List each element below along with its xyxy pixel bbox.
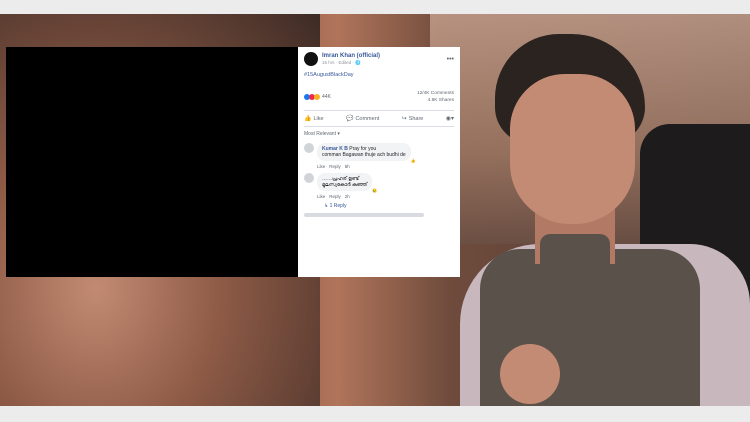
collar [540,234,610,284]
thumbs-up-icon: 👍 [304,116,312,122]
share-label: Share [408,115,424,122]
person-photo [440,34,750,406]
wow-reaction-icon [314,94,320,100]
globe-icon: ◉▾ [445,116,454,122]
comment-text-line2: comman Bagawan thuje ach budhi de [322,152,406,158]
commenter-avatar[interactable] [304,173,314,183]
audience-selector[interactable]: ◉▾ [446,115,454,122]
more-options-icon[interactable]: ••• [447,56,454,63]
comment-links: Like Reply 2h [298,193,460,201]
view-replies-link[interactable]: ↳ 1 Reply [298,201,460,211]
share-button[interactable]: ↪ Share [401,115,424,123]
comment-item: Kumar K B Pray for you comman Bagawan th… [298,141,460,164]
like-label: Like [313,115,324,122]
commenter-avatar[interactable] [304,143,314,153]
comment-bubble: ……പ്രഹര് ഉണ്ട് മൂലസ്വകോർ കുഞ്ഞ് 😢 [317,173,379,194]
comment-reply-link[interactable]: Reply [329,164,341,169]
shares-count[interactable]: 4.8K Shares [417,97,454,104]
blacked-out-video [6,47,298,277]
comment-reaction-icon: 👍 [409,158,417,164]
author-avatar[interactable] [304,52,318,66]
share-icon: ↪ [401,116,407,122]
reaction-summary[interactable]: 44K 12/4K Comments 4.8K Shares [298,78,460,104]
comment-reply-link[interactable]: Reply [329,194,341,199]
comment-item: ……പ്രഹര് ഉണ്ട് മൂലസ്വകോർ കുഞ്ഞ് 😢 [298,171,460,194]
comment-timestamp: 8h [344,164,350,169]
post-actions: 👍 Like 💬 Comment ↪ Share ◉▾ [304,110,454,127]
comment-bubble: Kumar K B Pray for you comman Bagawan th… [317,143,417,164]
author-name[interactable]: Imran Khan (official) [322,53,380,59]
news-image: Imran Khan (official) 15 hrs · Edited · … [0,14,750,406]
face [510,74,635,224]
comment-links: Like Reply 8h [298,163,460,171]
like-button[interactable]: 👍 Like [304,115,324,123]
comment-text-line2: മൂലസ്വകോർ കുഞ്ഞ് [322,182,368,188]
hand [500,344,560,404]
post-meta: 15 hrs · Edited · 🌐 [322,59,361,65]
comment-timestamp: 2h [344,194,350,199]
facebook-post-card: Imran Khan (official) 15 hrs · Edited · … [298,47,460,277]
comment-button[interactable]: 💬 Comment [345,115,380,123]
reaction-count: 44K [322,94,331,100]
comment-like-link[interactable]: Like [317,194,325,199]
post-header: Imran Khan (official) 15 hrs · Edited · … [298,47,460,66]
blurred-comment [304,213,424,217]
comment-label: Comment [355,115,380,122]
hashtag-link[interactable]: #15AugustBlackDay [298,66,460,78]
comments-count[interactable]: 12/4K Comments [417,90,454,97]
comment-like-link[interactable]: Like [317,164,325,169]
post-stats: 12/4K Comments 4.8K Shares [417,90,454,104]
comment-icon: 💬 [345,116,354,122]
comment-sort-dropdown[interactable]: Most Relevant ▾ [298,127,460,141]
